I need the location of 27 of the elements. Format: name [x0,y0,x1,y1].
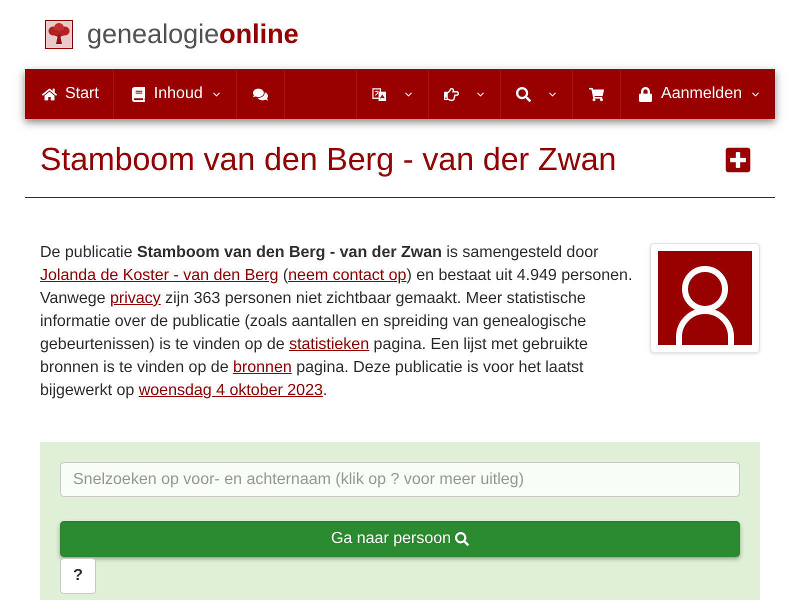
go-to-person-button[interactable]: Ga naar persoon [60,521,740,557]
date-link[interactable]: woensdag 4 oktober 2023 [138,382,323,399]
cart-icon [589,86,604,102]
book-icon [130,86,146,102]
search-icon [455,532,470,546]
search-field[interactable]: Snelzoeken op voor- en achternaam (klik op ? voor meer uitleg) [60,462,740,497]
chat-bubbles-icon [252,86,268,102]
logo-text[interactable]: genealogieonline [87,20,299,49]
privacy-link[interactable]: privacy [110,290,161,307]
page-title: Stamboom van den Berg - van der Zwan [40,142,616,177]
search-icon [516,86,532,102]
lock-icon [638,86,654,102]
tree-logo-icon [45,20,73,49]
add-icon[interactable] [724,146,752,174]
home-icon [42,86,57,102]
help-button[interactable]: ? [60,558,96,594]
description-text: De publicatie Stamboom van den Berg - van der Zwan is samengesteld door Jolanda de Koster - van den Berg (neem contact op) en bestaat uit 4.949 personen. Vanwege privacy zijn 363 personen niet zichtbaar gemaakt. Meer statistische informatie over de publicatie (zoals aantallen en spreiding van genealogische gebeurtenissen) is te vinden op de statistieken pagina. Een lijst met gebruikte bronnen is te vinden op de bronnen pagina. Deze publicatie is voor het laatst bijgewerkt op woensdag 4 oktober 2023. [40,243,634,401]
sources-link[interactable]: bronnen [233,359,292,376]
contact-link[interactable]: neem contact op [288,267,406,284]
translate-icon [372,86,388,102]
nav-item[interactable]: Start [25,69,114,119]
nav-item[interactable]: Inhoud [114,69,237,119]
user-avatar-icon [658,251,752,345]
nav-item[interactable]: Aanmelden [621,69,775,119]
pointing-hand-icon [444,86,460,102]
author-link[interactable]: Jolanda de Koster - van den Berg [40,267,278,284]
statistics-link[interactable]: statistieken [289,336,370,353]
